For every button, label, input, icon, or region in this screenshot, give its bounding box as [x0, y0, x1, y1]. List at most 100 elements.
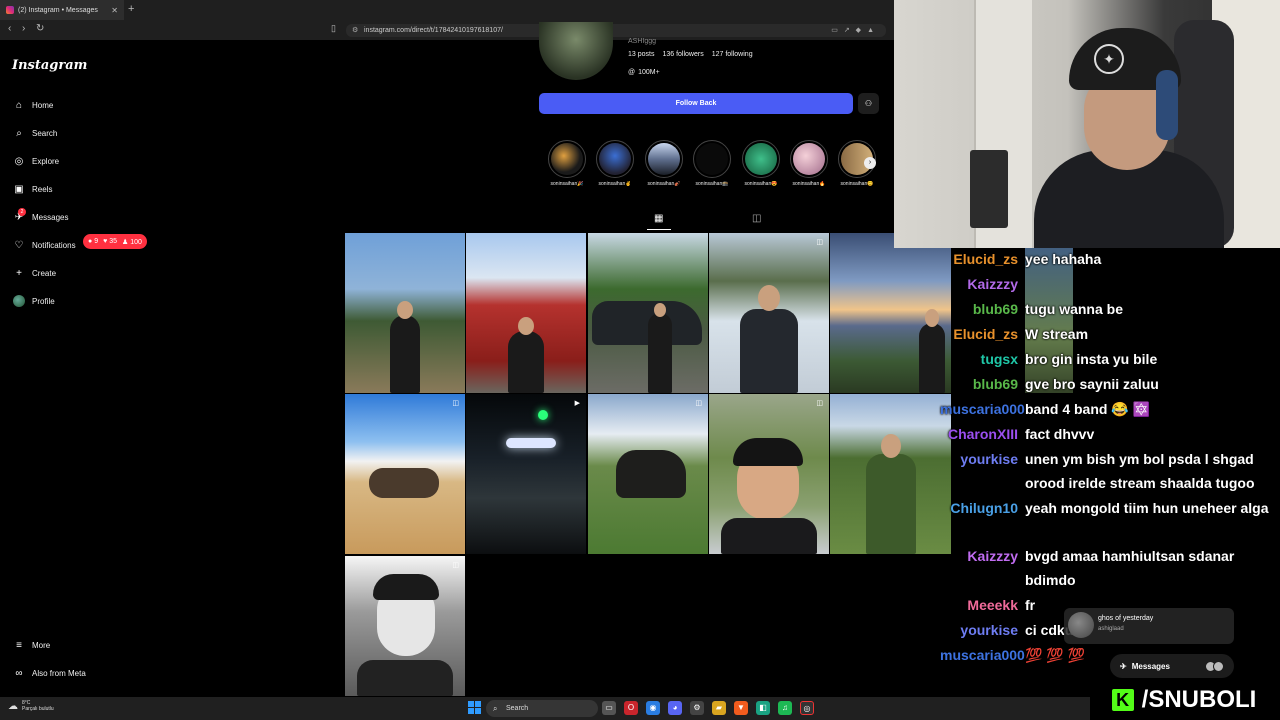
- threads-link[interactable]: @ 100M+: [628, 69, 660, 76]
- following-count[interactable]: 127 following: [712, 51, 753, 58]
- forward-icon[interactable]: ›: [22, 23, 25, 34]
- person-head: [397, 301, 413, 319]
- highlight-label: soninsaihan😊: [840, 181, 874, 187]
- highlight-6[interactable]: soninsaihan🔥: [787, 140, 831, 187]
- post-thumbnail[interactable]: [830, 394, 951, 554]
- post-thumbnail[interactable]: ◫: [588, 394, 708, 554]
- chat-username[interactable]: yourkise: [940, 618, 1018, 642]
- highlight-2[interactable]: soninsaihan✌: [593, 140, 637, 187]
- nav-notifications[interactable]: ♡ Notifications: [12, 238, 76, 252]
- chat-username[interactable]: yourkise: [940, 447, 1018, 471]
- post-thumbnail[interactable]: [345, 233, 465, 393]
- nav-create[interactable]: + Create: [12, 266, 56, 280]
- chat-username[interactable]: blub69: [940, 372, 1018, 396]
- chat-username[interactable]: Elucid_zs: [940, 322, 1018, 346]
- chat-username[interactable]: Meeekk: [940, 593, 1018, 617]
- taskbar-search[interactable]: ⌕ Search: [486, 700, 598, 717]
- cap-shape: [733, 438, 803, 466]
- brave-icon[interactable]: ▼: [734, 701, 748, 715]
- messages-avatars: [1205, 660, 1224, 672]
- windows-taskbar: ☁ 8°C Parçalı bulutlu ⌕ Search ▭ O ◉ ◕ ⚙…: [0, 697, 1090, 720]
- streamer-brand: K /SNUBOLI: [1091, 683, 1277, 717]
- person-figure: [390, 315, 420, 393]
- instagram-logo[interactable]: Instagram: [12, 58, 87, 73]
- nav-home[interactable]: ⌂ Home: [12, 98, 53, 112]
- close-tab-icon[interactable]: ✕: [111, 6, 118, 15]
- follow-back-button[interactable]: Follow Back: [539, 93, 853, 114]
- followers-count[interactable]: 136 followers: [662, 51, 703, 58]
- person-figure: [721, 518, 817, 554]
- new-tab-icon[interactable]: +: [128, 3, 134, 15]
- messages-bar[interactable]: ✈ Messages: [1110, 654, 1234, 678]
- notifications-badge[interactable]: ● 9 ♥ 35 ♟ 100: [83, 234, 147, 249]
- highlight-5[interactable]: soninsaihan😍: [739, 140, 783, 187]
- nav-more[interactable]: ≡ More: [12, 638, 50, 652]
- windows-start-icon[interactable]: [468, 701, 481, 714]
- chat-username[interactable]: tugsx: [940, 347, 1018, 371]
- bookmark-icon[interactable]: ▯: [331, 23, 336, 34]
- nav-also-from-meta[interactable]: ∞ Also from Meta: [12, 666, 85, 680]
- settings-icon[interactable]: ⚙: [690, 701, 704, 715]
- chat-username[interactable]: CharonXIII: [940, 422, 1018, 446]
- chrome-icon[interactable]: ◉: [646, 701, 660, 715]
- nav-explore[interactable]: ◎ Explore: [12, 154, 60, 168]
- chat-username[interactable]: Kaizzzy: [940, 544, 1018, 568]
- profile-picture[interactable]: [539, 22, 613, 80]
- nav-search-label: Search: [32, 128, 58, 138]
- threads-icon: @: [628, 69, 636, 76]
- chat-username[interactable]: muscaria000: [940, 643, 1025, 667]
- chat-username[interactable]: Kaizzzy: [940, 272, 1018, 296]
- opera-icon[interactable]: O: [624, 701, 638, 715]
- nav-search[interactable]: ⌕ Search: [12, 126, 57, 140]
- nav-reels[interactable]: ▣ Reels: [12, 182, 52, 196]
- post-thumbnail[interactable]: ◫: [709, 233, 829, 393]
- post-thumbnail[interactable]: ◫: [345, 394, 465, 554]
- headlights: [506, 438, 556, 448]
- nav-profile[interactable]: Profile: [12, 294, 55, 308]
- comment-count-value: 9: [94, 238, 99, 245]
- chat-username[interactable]: blub69: [940, 297, 1018, 321]
- post-thumbnail[interactable]: ▶: [466, 394, 586, 554]
- weather-widget[interactable]: ☁ 8°C Parçalı bulutlu: [8, 700, 54, 712]
- spotify-icon[interactable]: ♫: [778, 701, 792, 715]
- chat-username[interactable]: muscaria000: [940, 397, 1025, 421]
- post-thumbnail[interactable]: [588, 233, 708, 393]
- browser-actions-icon[interactable]: ▭↗◆▲: [831, 24, 880, 37]
- highlight-4[interactable]: soninsaihan🕋: [690, 140, 734, 187]
- person-head: [518, 317, 534, 335]
- chevron-right-icon[interactable]: ›: [864, 157, 876, 169]
- obs-icon[interactable]: ◎: [800, 701, 814, 715]
- address-bar[interactable]: ⚙ instagram.com/direct/t/178424101976181…: [346, 24, 886, 37]
- highlight-3[interactable]: soninsaihan🎻: [642, 140, 686, 187]
- webcam-headset: [1156, 70, 1178, 140]
- highlight-1[interactable]: soninsaihan🎉: [545, 140, 589, 187]
- tagged-icon[interactable]: ◫: [752, 213, 761, 224]
- screen: (2) Instagram • Messages ✕ + ‹ › ↻ ▯ ⚙ i…: [0, 0, 1280, 720]
- back-icon[interactable]: ‹: [8, 23, 11, 34]
- dm-notification[interactable]: ghos of yesterday ashiglaad: [1064, 608, 1234, 644]
- reload-icon[interactable]: ↻: [36, 23, 44, 34]
- file-explorer-icon[interactable]: ▰: [712, 701, 726, 715]
- dm-avatar: [1068, 612, 1094, 638]
- chat-username[interactable]: Chilugn10: [940, 496, 1018, 520]
- discord-icon[interactable]: ◕: [668, 701, 682, 715]
- highlight-label: soninsaihan🕋: [695, 181, 729, 187]
- browser-tab[interactable]: (2) Instagram • Messages ✕: [0, 0, 124, 20]
- chat-username[interactable]: Elucid_zs: [940, 247, 1018, 271]
- chat-text: fact dhvvv: [1025, 426, 1095, 442]
- search-icon: ⌕: [493, 704, 498, 713]
- post-thumbnail[interactable]: ◫: [709, 394, 829, 554]
- nav-profile-label: Profile: [32, 296, 55, 306]
- messenger-icon: ✈: [1120, 661, 1127, 671]
- post-thumbnail[interactable]: [466, 233, 586, 393]
- post-thumbnail[interactable]: ◫: [345, 556, 465, 696]
- profile-tabs: ▦ ◫: [344, 213, 894, 231]
- tab-title: (2) Instagram • Messages: [18, 6, 98, 14]
- suggest-person-icon[interactable]: ⚇: [858, 93, 879, 114]
- task-view-icon[interactable]: ▭: [602, 701, 616, 715]
- grid-icon[interactable]: ▦: [654, 213, 663, 224]
- streamer-webcam: ✦: [894, 0, 1280, 248]
- app-icon[interactable]: ◧: [756, 701, 770, 715]
- site-info-icon[interactable]: ⚙: [352, 24, 358, 37]
- post-thumbnail[interactable]: [830, 233, 951, 393]
